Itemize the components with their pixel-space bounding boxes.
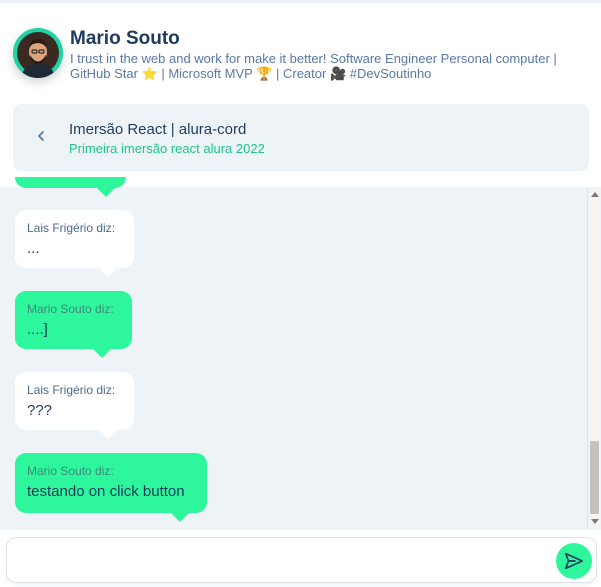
message-list-scrollbar[interactable]: [587, 188, 600, 528]
room-header: Imersão React | alura-cord Primeira imer…: [13, 104, 589, 171]
message-author: Lais Frigério diz:: [27, 221, 116, 235]
message-text: ....]: [27, 321, 48, 338]
profile-bio: I trust in the web and work for make it …: [70, 51, 557, 81]
avatar-image: [13, 28, 63, 78]
message-text: testando on click button: [27, 483, 185, 500]
profile-header: Mario Souto I trust in the web and work …: [0, 3, 601, 99]
partial-message-bubble: [15, 177, 126, 188]
avatar[interactable]: [13, 28, 63, 78]
scrollbar-thumb[interactable]: [590, 441, 599, 514]
send-icon: [564, 552, 584, 570]
chat-app: Mario Souto I trust in the web and work …: [0, 0, 601, 587]
send-button[interactable]: [556, 543, 592, 579]
message-author: Mario Souto diz:: [27, 464, 114, 478]
message-composer: [6, 537, 597, 583]
message-author: Lais Frigério diz:: [27, 383, 116, 397]
message-bubble: Lais Frigério diz: ???: [15, 372, 134, 439]
room-title: Imersão React | alura-cord: [69, 121, 247, 138]
message-bubble: Lais Frigério diz: ...: [15, 210, 134, 277]
message-author: Mario Souto diz:: [27, 302, 114, 316]
message-bubble: Mario Souto diz: ....]: [15, 291, 132, 358]
message-text: ...: [27, 240, 40, 257]
message-input[interactable]: [17, 546, 547, 576]
message-text: ???: [27, 402, 53, 419]
partial-message-tail: [97, 188, 115, 197]
message-bubble: Mario Souto diz: testando on click butto…: [15, 453, 207, 522]
back-button[interactable]: [29, 124, 53, 148]
scroll-down-arrow-icon[interactable]: [591, 519, 599, 524]
profile-name: Mario Souto: [70, 28, 180, 49]
room-subtitle: Primeira imersão react alura 2022: [69, 141, 265, 156]
scroll-up-arrow-icon[interactable]: [591, 192, 599, 197]
chevron-left-icon: [38, 131, 44, 141]
